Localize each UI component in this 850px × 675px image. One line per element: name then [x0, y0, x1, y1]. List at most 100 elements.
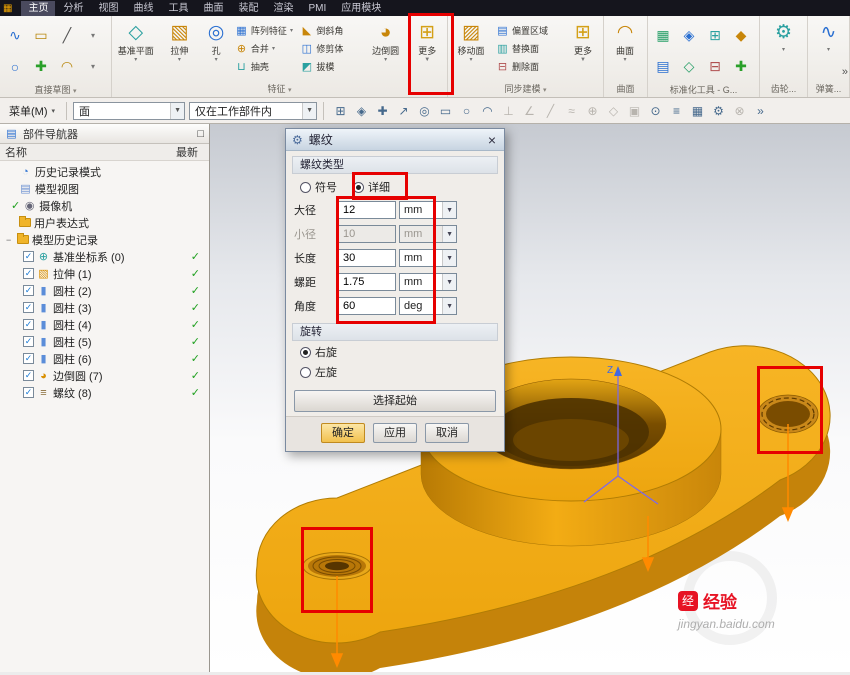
tree-item-model-views[interactable]: ▤ 模型视图 — [0, 180, 209, 197]
tree-item-user-expressions[interactable]: 用户表达式 — [0, 214, 209, 231]
center-snap-icon[interactable]: ◎ — [414, 101, 435, 121]
sync-more-button[interactable]: ⊞ 更多 ▼ — [564, 18, 602, 82]
radio-left-hand[interactable]: 左旋 — [300, 364, 490, 380]
checkbox-icon[interactable]: ✓ — [23, 370, 34, 381]
point-snap-icon[interactable]: ✚ — [372, 101, 393, 121]
scope-combo[interactable]: 仅在工作部件内 ▼ — [189, 101, 318, 120]
gear-tools-button[interactable]: ⚙ ▾ — [762, 18, 806, 82]
feature-more-button[interactable]: ⊞ 更多 ▼ — [407, 18, 447, 82]
tab-pmi[interactable]: PMI — [301, 1, 333, 16]
angle-icon[interactable]: ∠ — [519, 101, 540, 121]
arc-tool-icon[interactable]: ◠ — [54, 51, 80, 82]
std-tool-icon[interactable]: ▤ — [650, 51, 676, 82]
line-tool-icon[interactable]: ╱ — [54, 20, 80, 51]
list-icon[interactable]: ≡ — [666, 101, 687, 121]
tree-item-history-mode[interactable]: ◔ 历史记录模式 — [0, 163, 209, 180]
major-diameter-input[interactable] — [338, 201, 396, 219]
tree-item-model-history[interactable]: − 模型历史记录 — [0, 231, 209, 248]
angle-input[interactable] — [338, 297, 396, 315]
checkbox-icon[interactable]: ✓ — [23, 319, 34, 330]
tab-surface[interactable]: 曲面 — [196, 1, 230, 16]
tree-item-cylinder[interactable]: ✓ ▮ 圆柱 (4) ✓ — [0, 316, 209, 333]
unit-select[interactable]: mm ▼ — [399, 201, 457, 219]
tab-analysis[interactable]: 分析 — [56, 1, 90, 16]
threaded-hole-left[interactable] — [302, 552, 372, 580]
diamond-snap-icon[interactable]: ◇ — [603, 101, 624, 121]
tree-item-extrude[interactable]: ✓ ▧ 拉伸 (1) ✓ — [0, 265, 209, 282]
std-tool-icon[interactable]: ◈ — [676, 20, 702, 51]
pitch-input[interactable] — [338, 273, 396, 291]
arc-icon[interactable]: ◠ — [477, 101, 498, 121]
ok-button[interactable]: 确定 — [321, 423, 365, 443]
hole-button[interactable]: ◎ 孔 ▾ — [199, 18, 233, 82]
cancel-button[interactable]: 取消 — [425, 423, 469, 443]
sketch-more-icon[interactable]: ▾ — [80, 20, 106, 51]
checkbox-icon[interactable]: ✓ — [23, 302, 34, 313]
apply-button[interactable]: 应用 — [373, 423, 417, 443]
dialog-titlebar[interactable]: ⚙ 螺纹 × — [286, 129, 504, 151]
checkbox-icon[interactable]: ✓ — [23, 285, 34, 296]
tab-application[interactable]: 应用模块 — [334, 1, 388, 16]
std-tool-icon[interactable]: ⊟ — [702, 51, 728, 82]
unit-select[interactable]: mm ▼ — [399, 249, 457, 267]
offset-region-button[interactable]: ▤ 偏置区域 — [494, 23, 564, 38]
target-icon[interactable]: ⊙ — [645, 101, 666, 121]
draft-button[interactable]: ◩ 拔模 — [298, 59, 363, 74]
std-tool-icon[interactable]: ⊞ — [702, 20, 728, 51]
close-icon[interactable]: × — [486, 133, 498, 147]
extrude-button[interactable]: ▧ 拉伸 ▾ — [160, 18, 200, 82]
move-face-button[interactable]: ▨ 移动面 ▾ — [448, 18, 494, 82]
circle-tool-icon[interactable]: ○ — [2, 51, 28, 82]
edge-blend-button[interactable]: ◕ 边倒圆 ▾ — [364, 18, 408, 82]
tree-item-thread[interactable]: ✓ ≡ 螺纹 (8) ✓ — [0, 384, 209, 401]
tree-item-cylinder[interactable]: ✓ ▮ 圆柱 (5) ✓ — [0, 333, 209, 350]
tree-item-cameras[interactable]: ✓ ◉ 摄像机 — [0, 197, 209, 214]
sketch-more2-icon[interactable]: ▾ — [80, 51, 106, 82]
type-filter-combo[interactable]: 面 ▼ — [73, 101, 186, 120]
expander-icon[interactable]: − — [6, 235, 14, 245]
checkbox-icon[interactable]: ✓ — [23, 251, 34, 262]
undock-icon[interactable]: □ — [197, 128, 204, 140]
vector-icon[interactable]: ↗ — [393, 101, 414, 121]
toolbar-more-icon[interactable]: » — [750, 101, 771, 121]
tree-item-cylinder[interactable]: ✓ ▮ 圆柱 (6) ✓ — [0, 350, 209, 367]
checkbox-icon[interactable]: ✓ — [23, 353, 34, 364]
tab-view[interactable]: 视图 — [91, 1, 125, 16]
tab-render[interactable]: 渲染 — [266, 1, 300, 16]
circle-icon[interactable]: ○ — [456, 101, 477, 121]
offset-icon[interactable]: ⊕ — [582, 101, 603, 121]
delete-face-button[interactable]: ⊟ 删除面 — [494, 59, 564, 74]
std-tool-icon[interactable]: ✚ — [728, 51, 754, 82]
std-tool-icon[interactable]: ▦ — [650, 20, 676, 51]
tree-item-cylinder[interactable]: ✓ ▮ 圆柱 (3) ✓ — [0, 299, 209, 316]
thread-type-section-header[interactable]: 螺纹类型 — [292, 156, 498, 174]
settings-icon[interactable]: ⚙ — [708, 101, 729, 121]
curve-icon[interactable]: ≈ — [561, 101, 582, 121]
unite-button[interactable]: ⊕ 合并 ▾ — [233, 41, 298, 56]
column-header-latest[interactable]: 最新 — [176, 144, 198, 160]
trim-body-button[interactable]: ◫ 修剪体 — [298, 41, 363, 56]
checkbox-icon[interactable]: ✓ — [23, 387, 34, 398]
tree-item-cylinder[interactable]: ✓ ▮ 圆柱 (2) ✓ — [0, 282, 209, 299]
tab-home[interactable]: 主页 — [21, 0, 56, 16]
shell-button[interactable]: ⊔ 抽壳 — [233, 59, 298, 74]
point-tool-icon[interactable]: ✚ — [28, 51, 54, 82]
chamfer-button[interactable]: ◣ 倒斜角 — [298, 23, 363, 38]
replace-face-button[interactable]: ▥ 替换面 — [494, 41, 564, 56]
pattern-feature-button[interactable]: ▦ 阵列特征 ▾ — [233, 23, 298, 38]
rectangle-icon[interactable]: ▭ — [435, 101, 456, 121]
select-start-button[interactable]: 选择起始 — [294, 390, 496, 412]
perpendicular-icon[interactable]: ⊥ — [498, 101, 519, 121]
std-tool-icon[interactable]: ◆ — [728, 20, 754, 51]
tab-curve[interactable]: 曲线 — [126, 1, 160, 16]
rotation-section-header[interactable]: 旋转 — [292, 323, 498, 341]
tab-assembly[interactable]: 装配 — [231, 1, 265, 16]
unit-select[interactable]: mm ▼ — [399, 273, 457, 291]
menu-button[interactable]: 菜单(M) ▾ — [4, 101, 60, 121]
datum-plane-button[interactable]: ◇ 基准平面 ▾ — [112, 18, 160, 82]
radio-right-hand[interactable]: 右旋 — [300, 344, 490, 360]
grid-snap-icon[interactable]: ⊞ — [330, 101, 351, 121]
checkbox-icon[interactable]: ✓ — [23, 336, 34, 347]
unit-select[interactable]: deg ▼ — [399, 297, 457, 315]
no-snap-icon[interactable]: ⊗ — [729, 101, 750, 121]
